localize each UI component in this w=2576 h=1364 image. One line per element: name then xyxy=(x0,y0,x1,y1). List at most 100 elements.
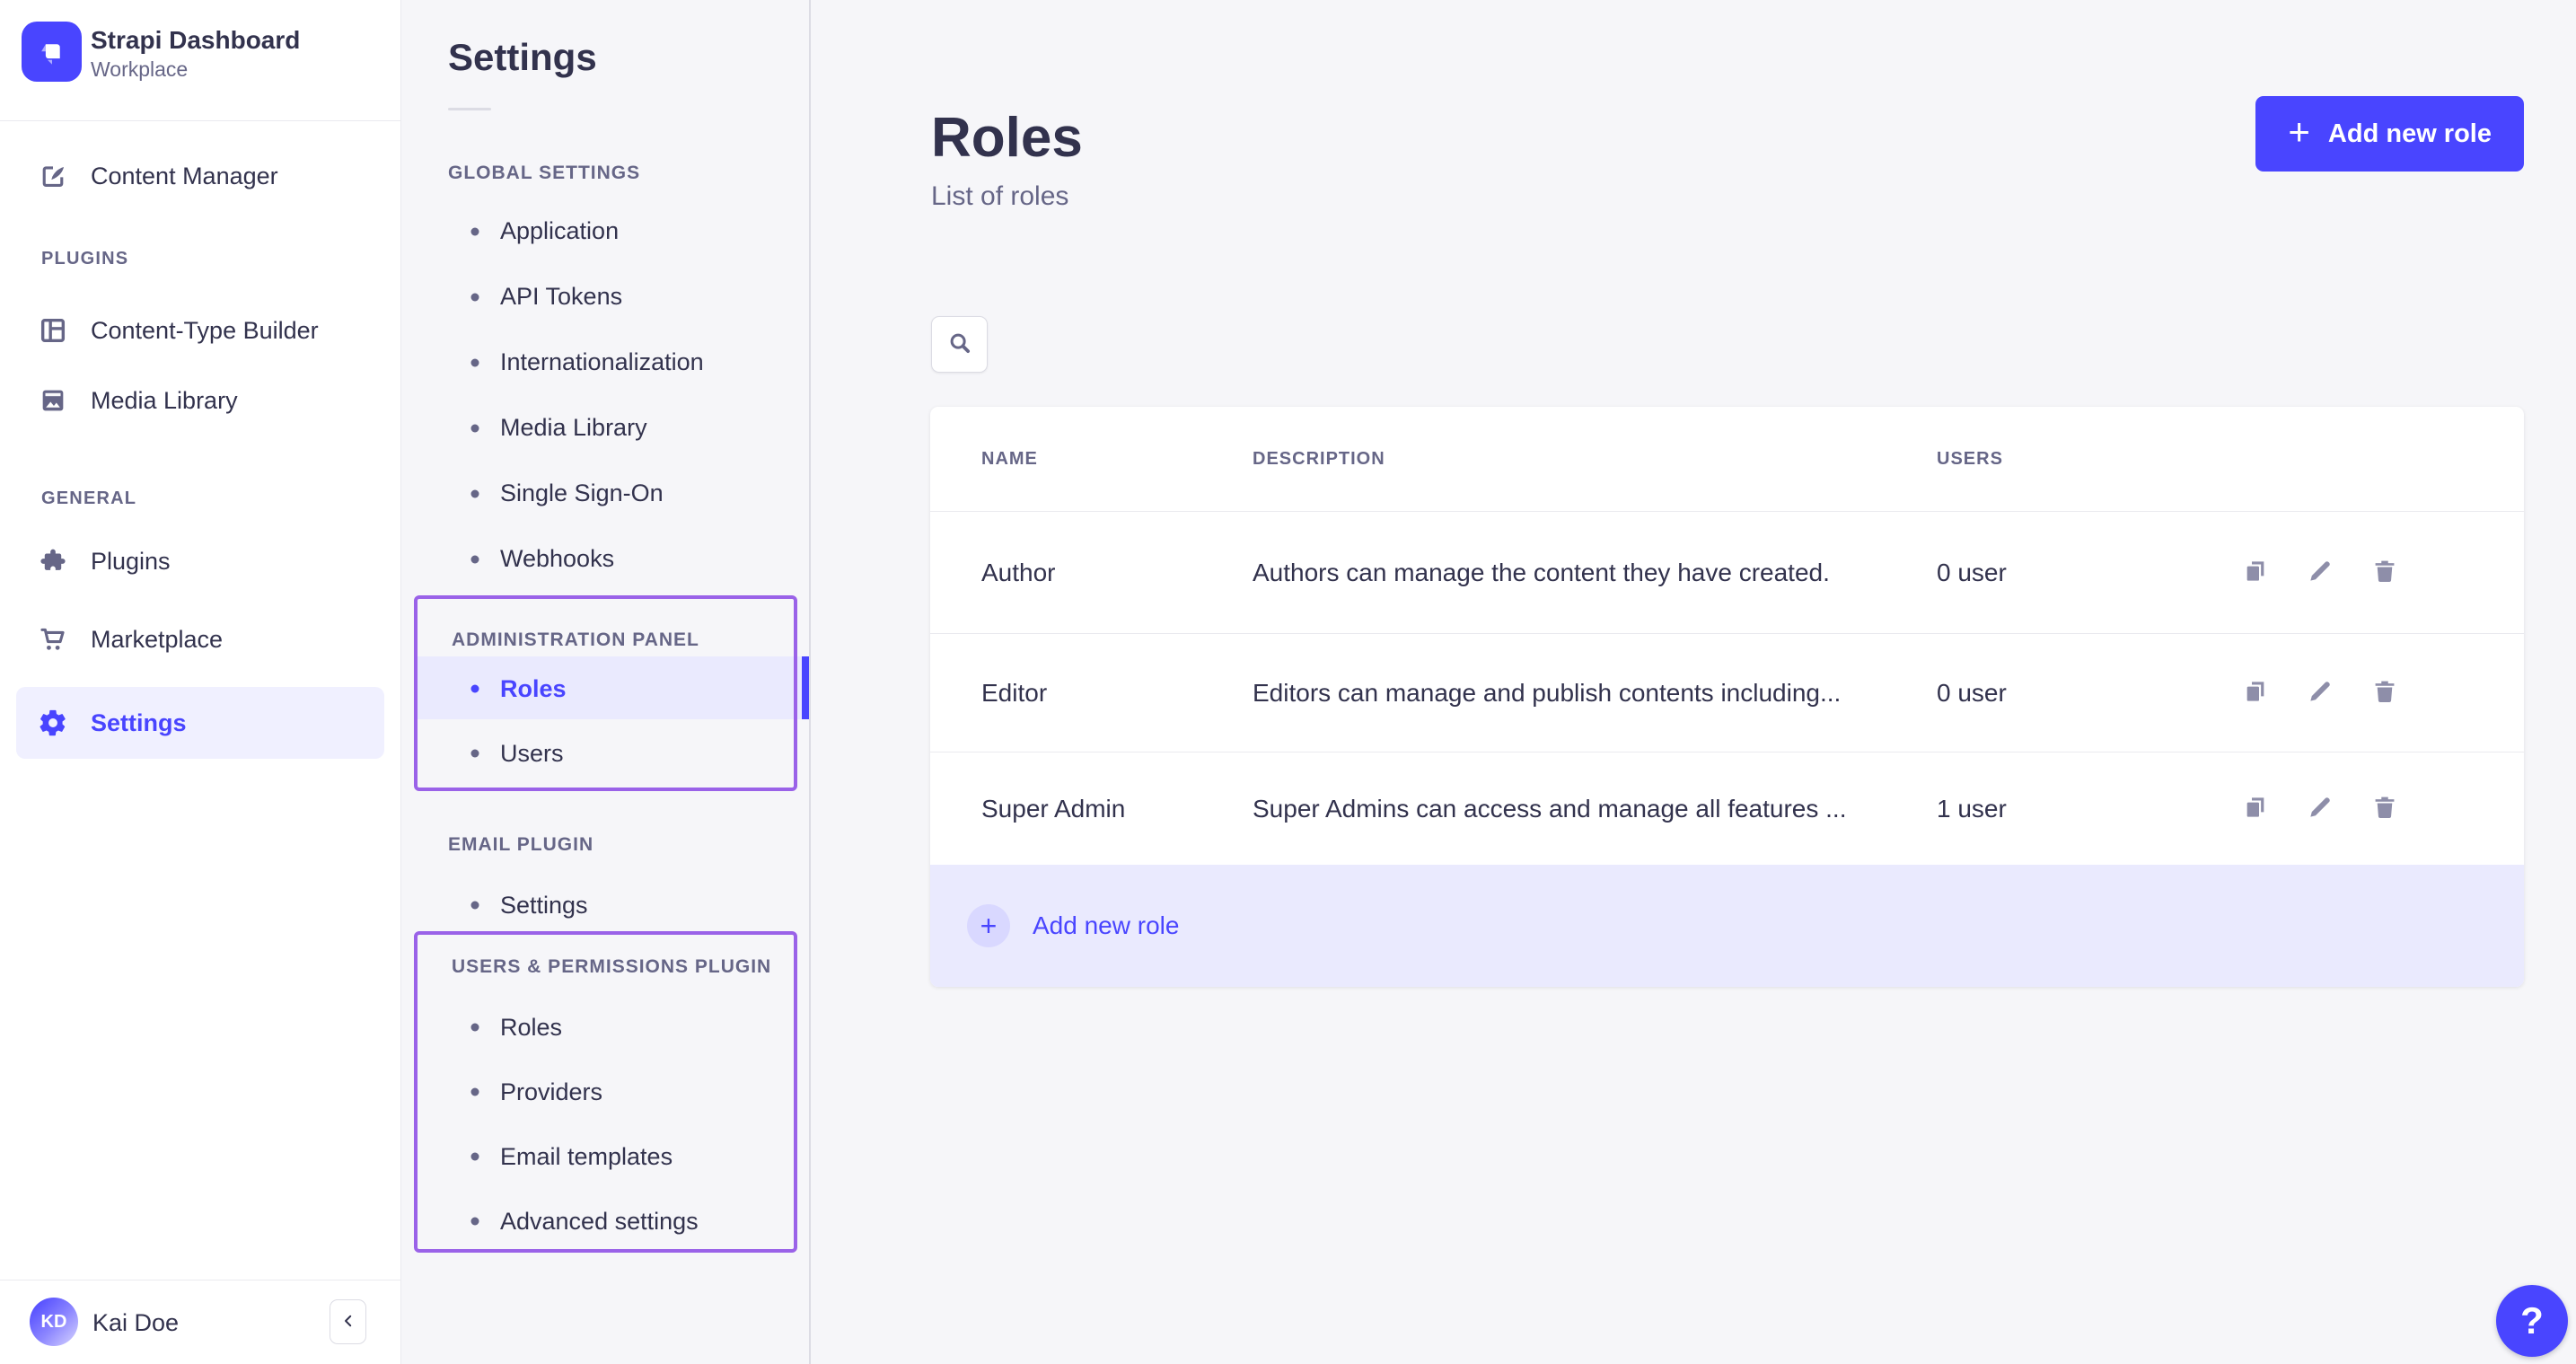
sidebar-item-label: Settings xyxy=(91,709,187,737)
duplicate-role-button[interactable] xyxy=(2240,794,2271,824)
subnav-title: Settings xyxy=(448,36,597,79)
subnav-item-email-settings[interactable]: Settings xyxy=(401,873,809,937)
edit-role-button[interactable] xyxy=(2305,678,2335,708)
add-new-role-button[interactable]: + Add new role xyxy=(2255,96,2524,172)
subnav-item-advanced-settings[interactable]: Advanced settings xyxy=(418,1189,794,1254)
plus-icon: + xyxy=(980,910,998,943)
collapse-sidebar-button[interactable] xyxy=(330,1299,366,1344)
active-item-indicator xyxy=(802,656,809,719)
delete-role-button[interactable] xyxy=(2369,794,2400,824)
user-avatar[interactable]: KD xyxy=(30,1298,78,1346)
sidebar-item-label: Content Manager xyxy=(91,163,278,190)
add-new-role-footer[interactable]: + Add new role xyxy=(930,865,2524,987)
subnav-item-users[interactable]: Users xyxy=(418,721,794,786)
duplicate-role-button[interactable] xyxy=(2240,678,2271,708)
add-new-role-label: Add new role xyxy=(2328,119,2492,149)
settings-subnav: Settings GLOBAL SETTINGS Application API… xyxy=(401,0,811,1364)
chevron-left-icon xyxy=(340,1313,356,1332)
duplicate-icon xyxy=(2241,557,2270,588)
roles-page: Roles List of roles + Add new role NAME … xyxy=(811,0,2576,1364)
role-users-count: 1 user xyxy=(1937,795,2239,823)
subnav-item-up-roles[interactable]: Roles xyxy=(418,995,794,1060)
pencil-icon xyxy=(2306,793,2334,824)
subnav-section-global-settings: GLOBAL SETTINGS xyxy=(448,163,640,184)
main-sidebar: Strapi Dashboard Workplace Content Manag… xyxy=(0,0,401,1364)
subnav-item-media-library[interactable]: Media Library xyxy=(401,395,809,461)
app-title: Strapi Dashboard xyxy=(91,25,300,56)
subnav-item-application[interactable]: Application xyxy=(401,198,809,264)
subnav-divider xyxy=(448,108,491,110)
trash-icon xyxy=(2370,557,2399,588)
role-users-count: 0 user xyxy=(1937,679,2239,708)
avatar-initials: KD xyxy=(41,1312,67,1333)
role-name: Editor xyxy=(981,679,1253,708)
table-row-editor[interactable]: Editor Editors can manage and publish co… xyxy=(930,633,2524,752)
subnav-item-providers[interactable]: Providers xyxy=(418,1060,794,1124)
page-title: Roles xyxy=(931,106,1083,170)
role-users-count: 0 user xyxy=(1937,559,2239,587)
subnav-item-single-sign-on[interactable]: Single Sign-On xyxy=(401,461,809,526)
column-header-users: USERS xyxy=(1937,449,2239,470)
tour-highlight-administration-panel: ADMINISTRATION PANEL Roles Users xyxy=(414,595,797,791)
help-button[interactable]: ? xyxy=(2496,1285,2568,1357)
plus-icon: + xyxy=(2288,113,2310,151)
sidebar-item-plugins[interactable]: Plugins xyxy=(0,534,400,588)
sidebar-footer: KD Kai Doe xyxy=(0,1280,400,1364)
column-header-name: NAME xyxy=(981,449,1253,470)
trash-icon xyxy=(2370,793,2399,824)
workspace-header[interactable]: Strapi Dashboard Workplace xyxy=(22,22,381,84)
sidebar-item-label: Content-Type Builder xyxy=(91,317,319,345)
search-icon xyxy=(946,330,973,359)
strapi-logo-icon xyxy=(22,22,82,82)
pencil-icon xyxy=(2306,557,2334,588)
sidebar-item-label: Plugins xyxy=(91,548,171,576)
sidebar-section-plugins: PLUGINS xyxy=(41,249,128,269)
edit-role-button[interactable] xyxy=(2305,794,2335,824)
gear-icon xyxy=(38,708,68,738)
sidebar-item-marketplace[interactable]: Marketplace xyxy=(0,612,400,666)
plus-circle-icon: + xyxy=(967,904,1010,947)
subnav-item-api-tokens[interactable]: API Tokens xyxy=(401,264,809,330)
role-name: Author xyxy=(981,559,1253,587)
subnav-item-internationalization[interactable]: Internationalization xyxy=(401,330,809,395)
sidebar-item-label: Media Library xyxy=(91,387,238,415)
feather-pen-icon xyxy=(38,161,68,191)
subnav-item-webhooks[interactable]: Webhooks xyxy=(401,526,809,592)
sidebar-item-content-manager[interactable]: Content Manager xyxy=(0,149,400,203)
search-button[interactable] xyxy=(931,316,988,373)
sidebar-section-general: GENERAL xyxy=(41,488,136,509)
sidebar-item-media-library[interactable]: Media Library xyxy=(0,374,400,427)
role-description: Super Admins can access and manage all f… xyxy=(1253,795,1937,823)
table-row-super-admin[interactable]: Super Admin Super Admins can access and … xyxy=(930,752,2524,865)
table-row-author[interactable]: Author Authors can manage the content th… xyxy=(930,512,2524,633)
image-icon xyxy=(38,385,68,416)
workspace-name: Workplace xyxy=(91,56,300,83)
sidebar-item-content-type-builder[interactable]: Content-Type Builder xyxy=(0,304,400,357)
puzzle-icon xyxy=(38,546,68,576)
trash-icon xyxy=(2370,677,2399,708)
duplicate-icon xyxy=(2241,677,2270,708)
duplicate-icon xyxy=(2241,793,2270,824)
question-mark-icon: ? xyxy=(2520,1299,2544,1342)
subnav-item-email-templates[interactable]: Email templates xyxy=(418,1124,794,1189)
role-name: Super Admin xyxy=(981,795,1253,823)
sidebar-item-settings[interactable]: Settings xyxy=(16,687,384,759)
duplicate-role-button[interactable] xyxy=(2240,558,2271,588)
column-header-description: DESCRIPTION xyxy=(1253,449,1937,470)
roles-table-card: NAME DESCRIPTION USERS Author Authors ca… xyxy=(930,407,2524,987)
user-name: Kai Doe xyxy=(92,1309,179,1337)
subnav-section-administration-panel: ADMINISTRATION PANEL xyxy=(452,629,699,651)
table-header-row: NAME DESCRIPTION USERS xyxy=(930,407,2524,512)
role-description: Editors can manage and publish contents … xyxy=(1253,679,1937,708)
role-description: Authors can manage the content they have… xyxy=(1253,559,1937,587)
page-subtitle: List of roles xyxy=(931,181,1068,212)
edit-role-button[interactable] xyxy=(2305,558,2335,588)
delete-role-button[interactable] xyxy=(2369,678,2400,708)
subnav-item-roles[interactable]: Roles xyxy=(418,656,794,721)
tour-highlight-users-permissions-plugin: USERS & PERMISSIONS PLUGIN Roles Provide… xyxy=(414,931,797,1253)
subnav-section-email-plugin: EMAIL PLUGIN xyxy=(448,834,593,856)
delete-role-button[interactable] xyxy=(2369,558,2400,588)
footer-add-label: Add new role xyxy=(1033,911,1179,940)
strapi-admin-screen: Strapi Dashboard Workplace Content Manag… xyxy=(0,0,2576,1364)
sidebar-divider xyxy=(0,120,400,121)
